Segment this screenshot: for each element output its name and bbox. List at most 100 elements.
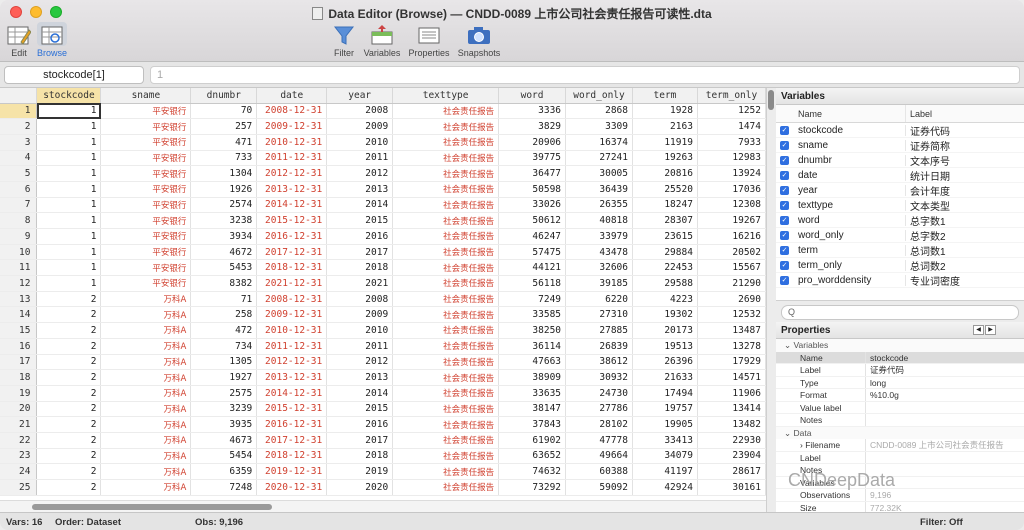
cell-term-only[interactable]: 30161 [697,479,766,496]
cell-dnumbr[interactable]: 7248 [190,479,258,496]
cell-term[interactable]: 20816 [632,165,698,182]
cell-dnumbr[interactable]: 1304 [190,165,258,182]
cell-dnumbr[interactable]: 5453 [190,259,258,277]
vertical-scrollbar[interactable] [766,88,776,512]
column-header-sname[interactable]: sname [100,88,192,104]
cell-term-only[interactable]: 17929 [697,354,766,371]
row-number[interactable]: 6 [0,181,38,198]
cell-term[interactable]: 18247 [632,197,698,214]
table-row[interactable]: 13 2 万科A 71 2008-12-31 2008 社会责任报告 7249 6220 4223… [0,291,766,308]
cell-sname[interactable]: 万科A [100,338,192,355]
cell-dnumbr[interactable]: 70 [190,103,258,120]
variable-item-stockcode[interactable]: ✓ stockcode 证券代码 [776,123,1024,138]
cell-year[interactable]: 2013 [326,181,394,198]
cell-year[interactable]: 2017 [326,432,394,449]
cell-word[interactable]: 63652 [498,448,567,465]
cell-term-only[interactable]: 22930 [697,432,766,449]
table-row[interactable]: 11 1 平安银行 5453 2018-12-31 2018 社会责任报告 44121 3260… [0,259,766,277]
cell-stockcode[interactable]: 1 [36,134,102,151]
cell-term-only[interactable]: 13414 [697,401,766,418]
variable-item-word[interactable]: ✓ word 总字数1 [776,213,1024,228]
cell-word[interactable]: 7249 [498,291,567,308]
cell-texttype[interactable]: 社会责任报告 [392,259,500,277]
checkbox-icon[interactable]: ✓ [780,140,789,150]
cell-date[interactable]: 2009-12-31 [256,306,328,324]
cell-year[interactable]: 2010 [326,322,394,339]
cell-stockcode[interactable]: 1 [36,259,102,277]
cell-stockcode[interactable]: 2 [36,338,102,355]
prop-row-notes[interactable]: Notes [776,414,1024,427]
cell-dnumbr[interactable]: 4672 [190,244,258,261]
cell-word[interactable]: 3829 [498,118,567,135]
cell-dnumbr[interactable]: 734 [190,338,258,355]
cell-term[interactable]: 19513 [632,338,698,355]
cell-word[interactable]: 20906 [498,134,567,151]
cell-stockcode[interactable]: 2 [36,463,102,480]
cell-year[interactable]: 2021 [326,275,394,292]
cell-word-only[interactable]: 30005 [565,165,633,182]
cell-texttype[interactable]: 社会责任报告 [392,306,500,324]
column-header-year[interactable]: year [326,88,394,104]
prop-value[interactable] [866,414,870,426]
cell-sname[interactable]: 平安银行 [100,275,192,292]
cell-year[interactable]: 2013 [326,369,394,386]
cell-word[interactable]: 47663 [498,354,567,371]
column-header-word[interactable]: word [498,88,567,104]
cell-stockcode[interactable]: 1 [36,165,102,182]
cell-word-only[interactable]: 59092 [565,479,633,496]
row-number[interactable]: 18 [0,369,38,386]
cell-date[interactable]: 2012-12-31 [256,165,328,182]
variables-col-name[interactable]: Name [796,105,906,122]
cell-word[interactable]: 50598 [498,181,567,198]
cell-dnumbr[interactable]: 1305 [190,354,258,371]
variable-item-term[interactable]: ✓ term 总词数1 [776,243,1024,258]
row-number[interactable]: 10 [0,244,38,261]
cell-term[interactable]: 19263 [632,150,698,167]
row-number[interactable]: 14 [0,306,38,324]
cell-term[interactable]: 19905 [632,416,698,433]
row-number[interactable]: 9 [0,228,38,245]
cell-term-only[interactable]: 23904 [697,448,766,465]
cell-sname[interactable]: 万科A [100,369,192,386]
row-number[interactable]: 12 [0,275,38,292]
row-number[interactable]: 8 [0,212,38,229]
cell-term[interactable]: 19757 [632,401,698,418]
table-row[interactable]: 2 1 平安银行 257 2009-12-31 2009 社会责任报告 3829 3309 216… [0,118,766,135]
cell-stockcode[interactable]: 2 [36,401,102,418]
cell-word[interactable]: 36114 [498,338,567,355]
cell-date[interactable]: 2008-12-31 [256,103,328,120]
cell-date[interactable]: 2010-12-31 [256,322,328,339]
variables-button[interactable]: Variables [362,22,402,58]
cell-texttype[interactable]: 社会责任报告 [392,103,500,120]
row-number[interactable]: 15 [0,322,38,339]
cell-date[interactable]: 2019-12-31 [256,463,328,480]
cell-term[interactable]: 28307 [632,212,698,229]
cell-year[interactable]: 2009 [326,118,394,135]
row-number[interactable]: 17 [0,354,38,371]
cell-word-only[interactable]: 49664 [565,448,633,465]
cell-term-only[interactable]: 13924 [697,165,766,182]
cell-texttype[interactable]: 社会责任报告 [392,416,500,433]
cell-word-only[interactable]: 27241 [565,150,633,167]
cell-term-only[interactable]: 13487 [697,322,766,339]
cell-sname[interactable]: 万科A [100,306,192,324]
cell-date[interactable]: 2012-12-31 [256,354,328,371]
cell-stockcode[interactable]: 2 [36,432,102,449]
cell-texttype[interactable]: 社会责任报告 [392,150,500,167]
cell-name-field[interactable]: stockcode[1] [4,66,144,84]
cell-term-only[interactable]: 13482 [697,416,766,433]
cell-word-only[interactable]: 60388 [565,463,633,480]
cell-dnumbr[interactable]: 733 [190,150,258,167]
cell-year[interactable]: 2017 [326,244,394,261]
cell-term[interactable]: 1928 [632,103,698,120]
row-number[interactable]: 11 [0,259,38,277]
cell-dnumbr[interactable]: 5454 [190,448,258,465]
variable-item-sname[interactable]: ✓ sname 证券简称 [776,138,1024,153]
cell-sname[interactable]: 平安银行 [100,118,192,135]
cell-year[interactable]: 2008 [326,103,394,120]
cell-year[interactable]: 2014 [326,197,394,214]
cell-word[interactable]: 39775 [498,150,567,167]
cell-word[interactable]: 33585 [498,306,567,324]
cell-date[interactable]: 2018-12-31 [256,259,328,277]
cell-word-only[interactable]: 26839 [565,338,633,355]
